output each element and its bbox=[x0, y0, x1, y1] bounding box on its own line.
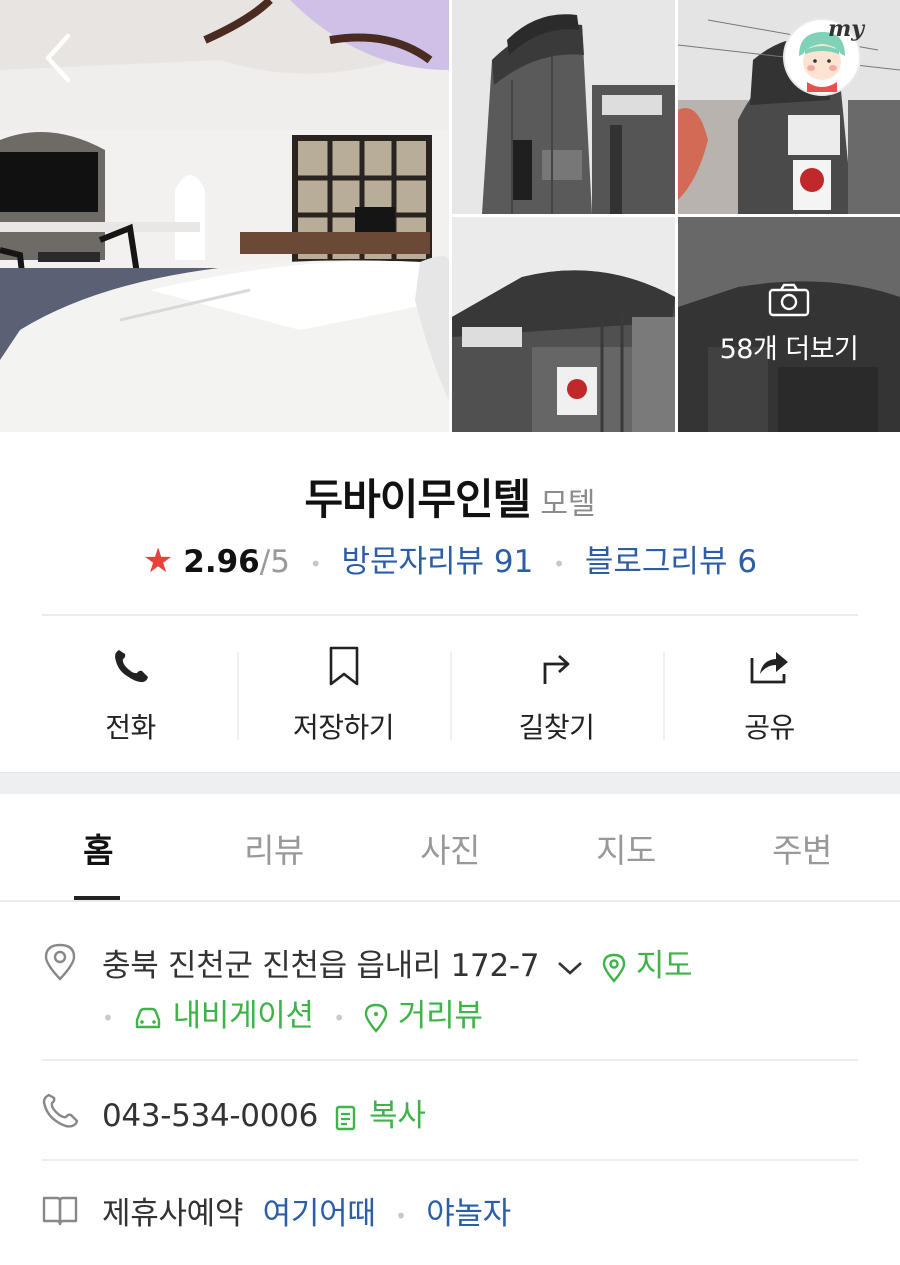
action-label: 전화 bbox=[105, 711, 156, 744]
action-label: 공유 bbox=[744, 711, 795, 744]
directions-icon bbox=[543, 654, 569, 684]
tab-nearby[interactable]: 주변 bbox=[714, 794, 890, 902]
tab-reviews[interactable]: 리뷰 bbox=[186, 794, 362, 902]
chevron-left-icon bbox=[45, 33, 71, 83]
tab-bar: 홈 리뷰 사진 지도 주변 bbox=[10, 794, 890, 902]
directions-button[interactable]: 길찾기 bbox=[450, 640, 663, 750]
place-title: 두바이무인텔 모텔 bbox=[0, 466, 900, 527]
visitor-reviews-link[interactable]: 방문자리뷰 91 bbox=[341, 544, 533, 580]
copy-label: 복사 bbox=[369, 1098, 426, 1134]
divider bbox=[0, 900, 900, 902]
my-profile-button[interactable]: my bbox=[783, 16, 865, 96]
action-bar: 전화 저장하기 길찾기 공유 bbox=[24, 640, 876, 750]
divider bbox=[42, 1159, 858, 1161]
booking-partner-link[interactable]: 야놀자 bbox=[426, 1196, 511, 1232]
copy-phone-button[interactable]: 복사 bbox=[334, 1098, 426, 1134]
more-photos-overlay[interactable]: 58개 더보기 bbox=[678, 217, 900, 432]
tab-map[interactable]: 지도 bbox=[538, 794, 714, 902]
separator-dot: • bbox=[102, 1005, 114, 1030]
place-name: 두바이무인텔 bbox=[304, 475, 531, 524]
address-text: 충북 진천군 진천읍 읍내리 172-7 bbox=[102, 948, 540, 984]
copy-icon bbox=[335, 1105, 355, 1130]
action-label: 저장하기 bbox=[292, 711, 395, 744]
location-pin-icon bbox=[44, 943, 76, 981]
streetview-pin-icon bbox=[365, 1003, 388, 1033]
divider bbox=[42, 1059, 858, 1061]
bookmark-icon bbox=[329, 646, 358, 686]
book-icon bbox=[42, 1196, 78, 1226]
rating-max: /5 bbox=[259, 544, 290, 580]
separator-dot: • bbox=[333, 1005, 345, 1030]
navigation-link[interactable]: 내비게이션 bbox=[133, 998, 323, 1034]
section-band bbox=[0, 772, 900, 794]
photo-more-photos[interactable]: 58개 더보기 bbox=[678, 217, 900, 432]
streetview-link[interactable]: 거리뷰 bbox=[364, 998, 483, 1034]
photo-building-exterior-3[interactable] bbox=[452, 217, 675, 432]
blog-reviews-link[interactable]: 블로그리뷰 6 bbox=[585, 544, 757, 580]
map-link-label: 지도 bbox=[635, 948, 693, 984]
call-button[interactable]: 전화 bbox=[24, 640, 237, 750]
phone-icon bbox=[114, 650, 148, 683]
separator-dot: • bbox=[395, 1203, 407, 1228]
rating-value: 2.96 bbox=[183, 544, 260, 580]
back-button[interactable] bbox=[30, 30, 86, 86]
booking-partner-link[interactable]: 여기어때 bbox=[263, 1196, 376, 1232]
car-icon bbox=[135, 1007, 161, 1028]
more-photos-label: 58개 더보기 bbox=[719, 334, 859, 365]
phone-number[interactable]: 043-534-0006 bbox=[102, 1098, 318, 1134]
star-icon: ★ bbox=[142, 541, 174, 581]
place-category: 모텔 bbox=[540, 487, 596, 522]
tab-photos[interactable]: 사진 bbox=[362, 794, 538, 902]
separator-dot: • bbox=[553, 551, 566, 576]
booking-label: 제휴사예약 bbox=[102, 1196, 244, 1232]
tab-home[interactable]: 홈 bbox=[10, 794, 186, 902]
share-button[interactable]: 공유 bbox=[663, 640, 876, 750]
navigation-link-label: 내비게이션 bbox=[172, 998, 314, 1034]
share-icon bbox=[750, 652, 788, 684]
rating-row: ★ 2.96/5 • 방문자리뷰 91 • 블로그리뷰 6 bbox=[0, 536, 900, 581]
chevron-down-icon[interactable] bbox=[555, 958, 585, 978]
divider bbox=[42, 614, 858, 616]
photo-gallery: 58개 더보기 my bbox=[0, 0, 900, 432]
streetview-link-label: 거리뷰 bbox=[397, 998, 483, 1034]
photo-building-exterior-1[interactable] bbox=[452, 0, 675, 214]
action-label: 길찾기 bbox=[518, 711, 595, 744]
save-button[interactable]: 저장하기 bbox=[237, 640, 450, 750]
phone-outline-icon bbox=[42, 1093, 79, 1128]
map-pin-icon bbox=[603, 953, 626, 983]
camera-icon bbox=[768, 283, 810, 317]
separator-dot: • bbox=[309, 551, 322, 576]
map-link[interactable]: 지도 bbox=[602, 948, 693, 984]
my-label: my bbox=[828, 16, 865, 42]
